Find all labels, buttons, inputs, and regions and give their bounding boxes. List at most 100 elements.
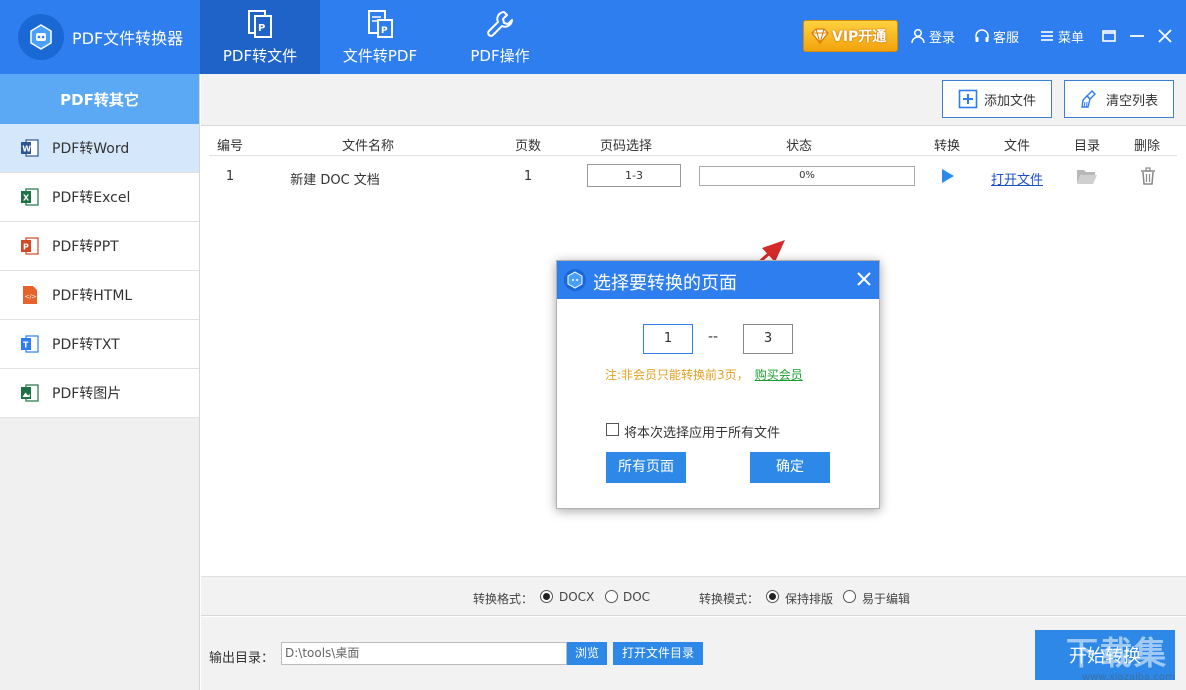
wrench-icon: [487, 11, 513, 37]
sidebar-item-label: PDF转Word: [52, 141, 130, 157]
html-icon: </>: [23, 286, 37, 304]
member-notice: 注:非会员只能转换前3页， 购买会员: [605, 366, 803, 383]
svg-text:P: P: [23, 243, 29, 252]
progress-bar: 0%: [699, 166, 915, 186]
add-file-icon: [958, 89, 978, 109]
sidebar-item-label: PDF转HTML: [52, 288, 133, 304]
headset-icon: [975, 29, 989, 42]
close-window-icon[interactable]: [1154, 25, 1176, 47]
sidebar-item-pdf-to-word[interactable]: W PDF转Word: [0, 124, 199, 173]
excel-icon: X: [21, 188, 39, 206]
tab-label: 文件转PDF: [342, 47, 418, 65]
svg-text:P: P: [381, 26, 388, 36]
radio-doc-label: DOC: [623, 590, 651, 604]
sidebar: PDF转其它 W PDF转Word X PDF转Excel P PDF转PPT …: [0, 74, 200, 690]
sidebar-item-label: PDF转图片: [52, 386, 122, 402]
column-header-file: 文件: [1003, 139, 1031, 154]
tab-label: PDF转文件: [222, 47, 298, 65]
vip-gem-icon: [811, 28, 829, 45]
browse-button[interactable]: 浏览: [567, 642, 607, 665]
output-bar: 输出目录： D:\tools\桌面 浏览 打开文件目录 开始转换: [201, 617, 1186, 690]
open-directory-button[interactable]: 打开文件目录: [613, 642, 703, 665]
radio-docx[interactable]: [540, 590, 553, 603]
title-bar: PDF文件转换器 P PDF转文件 P 文件转PDF PDF操作 VIP开通 登…: [0, 0, 1186, 74]
member-notice-text: 注:非会员只能转换前3页，: [605, 368, 749, 382]
column-header-convert: 转换: [933, 139, 961, 154]
format-bar: 转换格式： DOCX DOC 转换模式： 保持排版 易于编辑: [201, 576, 1186, 616]
row-index: 1: [225, 169, 235, 184]
to-page-input[interactable]: 3: [743, 324, 793, 354]
radio-docx-label: DOCX: [559, 590, 595, 604]
file-to-pdf-icon: P: [368, 10, 393, 38]
mode-label: 转换模式：: [699, 592, 760, 606]
txt-icon: T: [21, 335, 39, 353]
format-label: 转换格式：: [473, 592, 534, 606]
close-icon[interactable]: [855, 270, 873, 288]
column-header-name: 文件名称: [341, 139, 395, 154]
vip-button[interactable]: VIP开通: [803, 20, 898, 52]
sidebar-item-pdf-to-html[interactable]: </> PDF转HTML: [0, 271, 199, 320]
row-file-name: 新建 DOC 文档: [290, 173, 380, 188]
clear-list-button[interactable]: 清空列表: [1064, 80, 1174, 118]
sidebar-item-pdf-to-txt[interactable]: T PDF转TXT: [0, 320, 199, 369]
sidebar-heading: PDF转其它: [0, 74, 199, 124]
app-logo-icon: [18, 14, 64, 60]
sidebar-item-label: PDF转TXT: [52, 337, 120, 353]
app-window: PDF文件转换器 P PDF转文件 P 文件转PDF PDF操作 VIP开通 登…: [0, 0, 1186, 690]
svg-text:P: P: [258, 23, 265, 34]
tab-file-to-pdf[interactable]: P 文件转PDF: [320, 0, 440, 74]
from-page-input[interactable]: 1: [643, 324, 693, 354]
image-icon: [21, 384, 39, 402]
menu-button[interactable]: 菜单: [1039, 26, 1084, 46]
clear-list-label: 清空列表: [1105, 93, 1158, 109]
toolbar: 添加文件 清空列表: [201, 74, 1186, 126]
open-file-link[interactable]: 打开文件: [991, 169, 1043, 188]
tab-pdf-to-file[interactable]: P PDF转文件: [200, 0, 320, 74]
radio-keep-layout-label: 保持排版: [785, 592, 834, 606]
apply-all-checkbox[interactable]: [606, 423, 619, 436]
svg-text:X: X: [23, 194, 30, 203]
add-file-button[interactable]: 添加文件: [942, 80, 1052, 118]
svg-text:W: W: [22, 145, 31, 154]
sidebar-item-label: PDF转Excel: [52, 190, 131, 206]
sidebar-item-label: PDF转PPT: [52, 239, 119, 255]
user-icon: [911, 28, 925, 44]
sidebar-item-pdf-to-ppt[interactable]: P PDF转PPT: [0, 222, 199, 271]
minimize-window-icon[interactable]: [1126, 25, 1148, 47]
column-header-page-select: 页码选择: [599, 139, 653, 154]
sidebar-item-pdf-to-image[interactable]: PDF转图片: [0, 369, 199, 418]
tab-pdf-operations[interactable]: PDF操作: [440, 0, 560, 74]
output-dir-input[interactable]: D:\tools\桌面: [281, 642, 567, 665]
radio-keep-layout[interactable]: [766, 590, 779, 603]
all-pages-button[interactable]: 所有页面: [606, 452, 686, 483]
output-dir-label: 输出目录：: [209, 651, 275, 666]
radio-doc[interactable]: [605, 590, 618, 603]
sidebar-item-pdf-to-excel[interactable]: X PDF转Excel: [0, 173, 199, 222]
service-label: 客服: [993, 30, 1020, 46]
radio-easy-edit[interactable]: [843, 590, 856, 603]
watermark-url: www.xiazaiba.com: [1082, 672, 1175, 683]
column-header-pages: 页数: [514, 139, 542, 154]
play-convert-icon[interactable]: [939, 168, 955, 184]
login-button[interactable]: 登录: [910, 26, 955, 46]
confirm-button[interactable]: 确定: [750, 452, 830, 483]
service-button[interactable]: 客服: [974, 26, 1019, 46]
trash-icon[interactable]: [1140, 167, 1156, 185]
page-range-separator: --: [708, 329, 719, 345]
dialog-title: 选择要转换的页面: [593, 273, 737, 294]
file-table-header: 编号 文件名称 页数 页码选择 状态 转换 文件 目录 删除: [209, 130, 1177, 156]
folder-icon[interactable]: [1076, 167, 1098, 185]
add-file-label: 添加文件: [983, 93, 1036, 109]
word-icon: W: [21, 139, 39, 157]
tab-label: PDF操作: [470, 47, 530, 65]
menu-label: 菜单: [1058, 30, 1085, 46]
app-title: PDF文件转换器: [72, 29, 184, 48]
login-label: 登录: [929, 30, 956, 46]
buy-member-link[interactable]: 购买会员: [755, 368, 803, 382]
menu-icon: [1041, 31, 1053, 41]
page-range-input[interactable]: 1-3: [587, 164, 681, 187]
apply-all-label: 将本次选择应用于所有文件: [624, 426, 781, 441]
svg-text:T: T: [23, 341, 29, 350]
column-header-status: 状态: [785, 139, 813, 154]
restore-window-icon[interactable]: [1098, 25, 1120, 47]
